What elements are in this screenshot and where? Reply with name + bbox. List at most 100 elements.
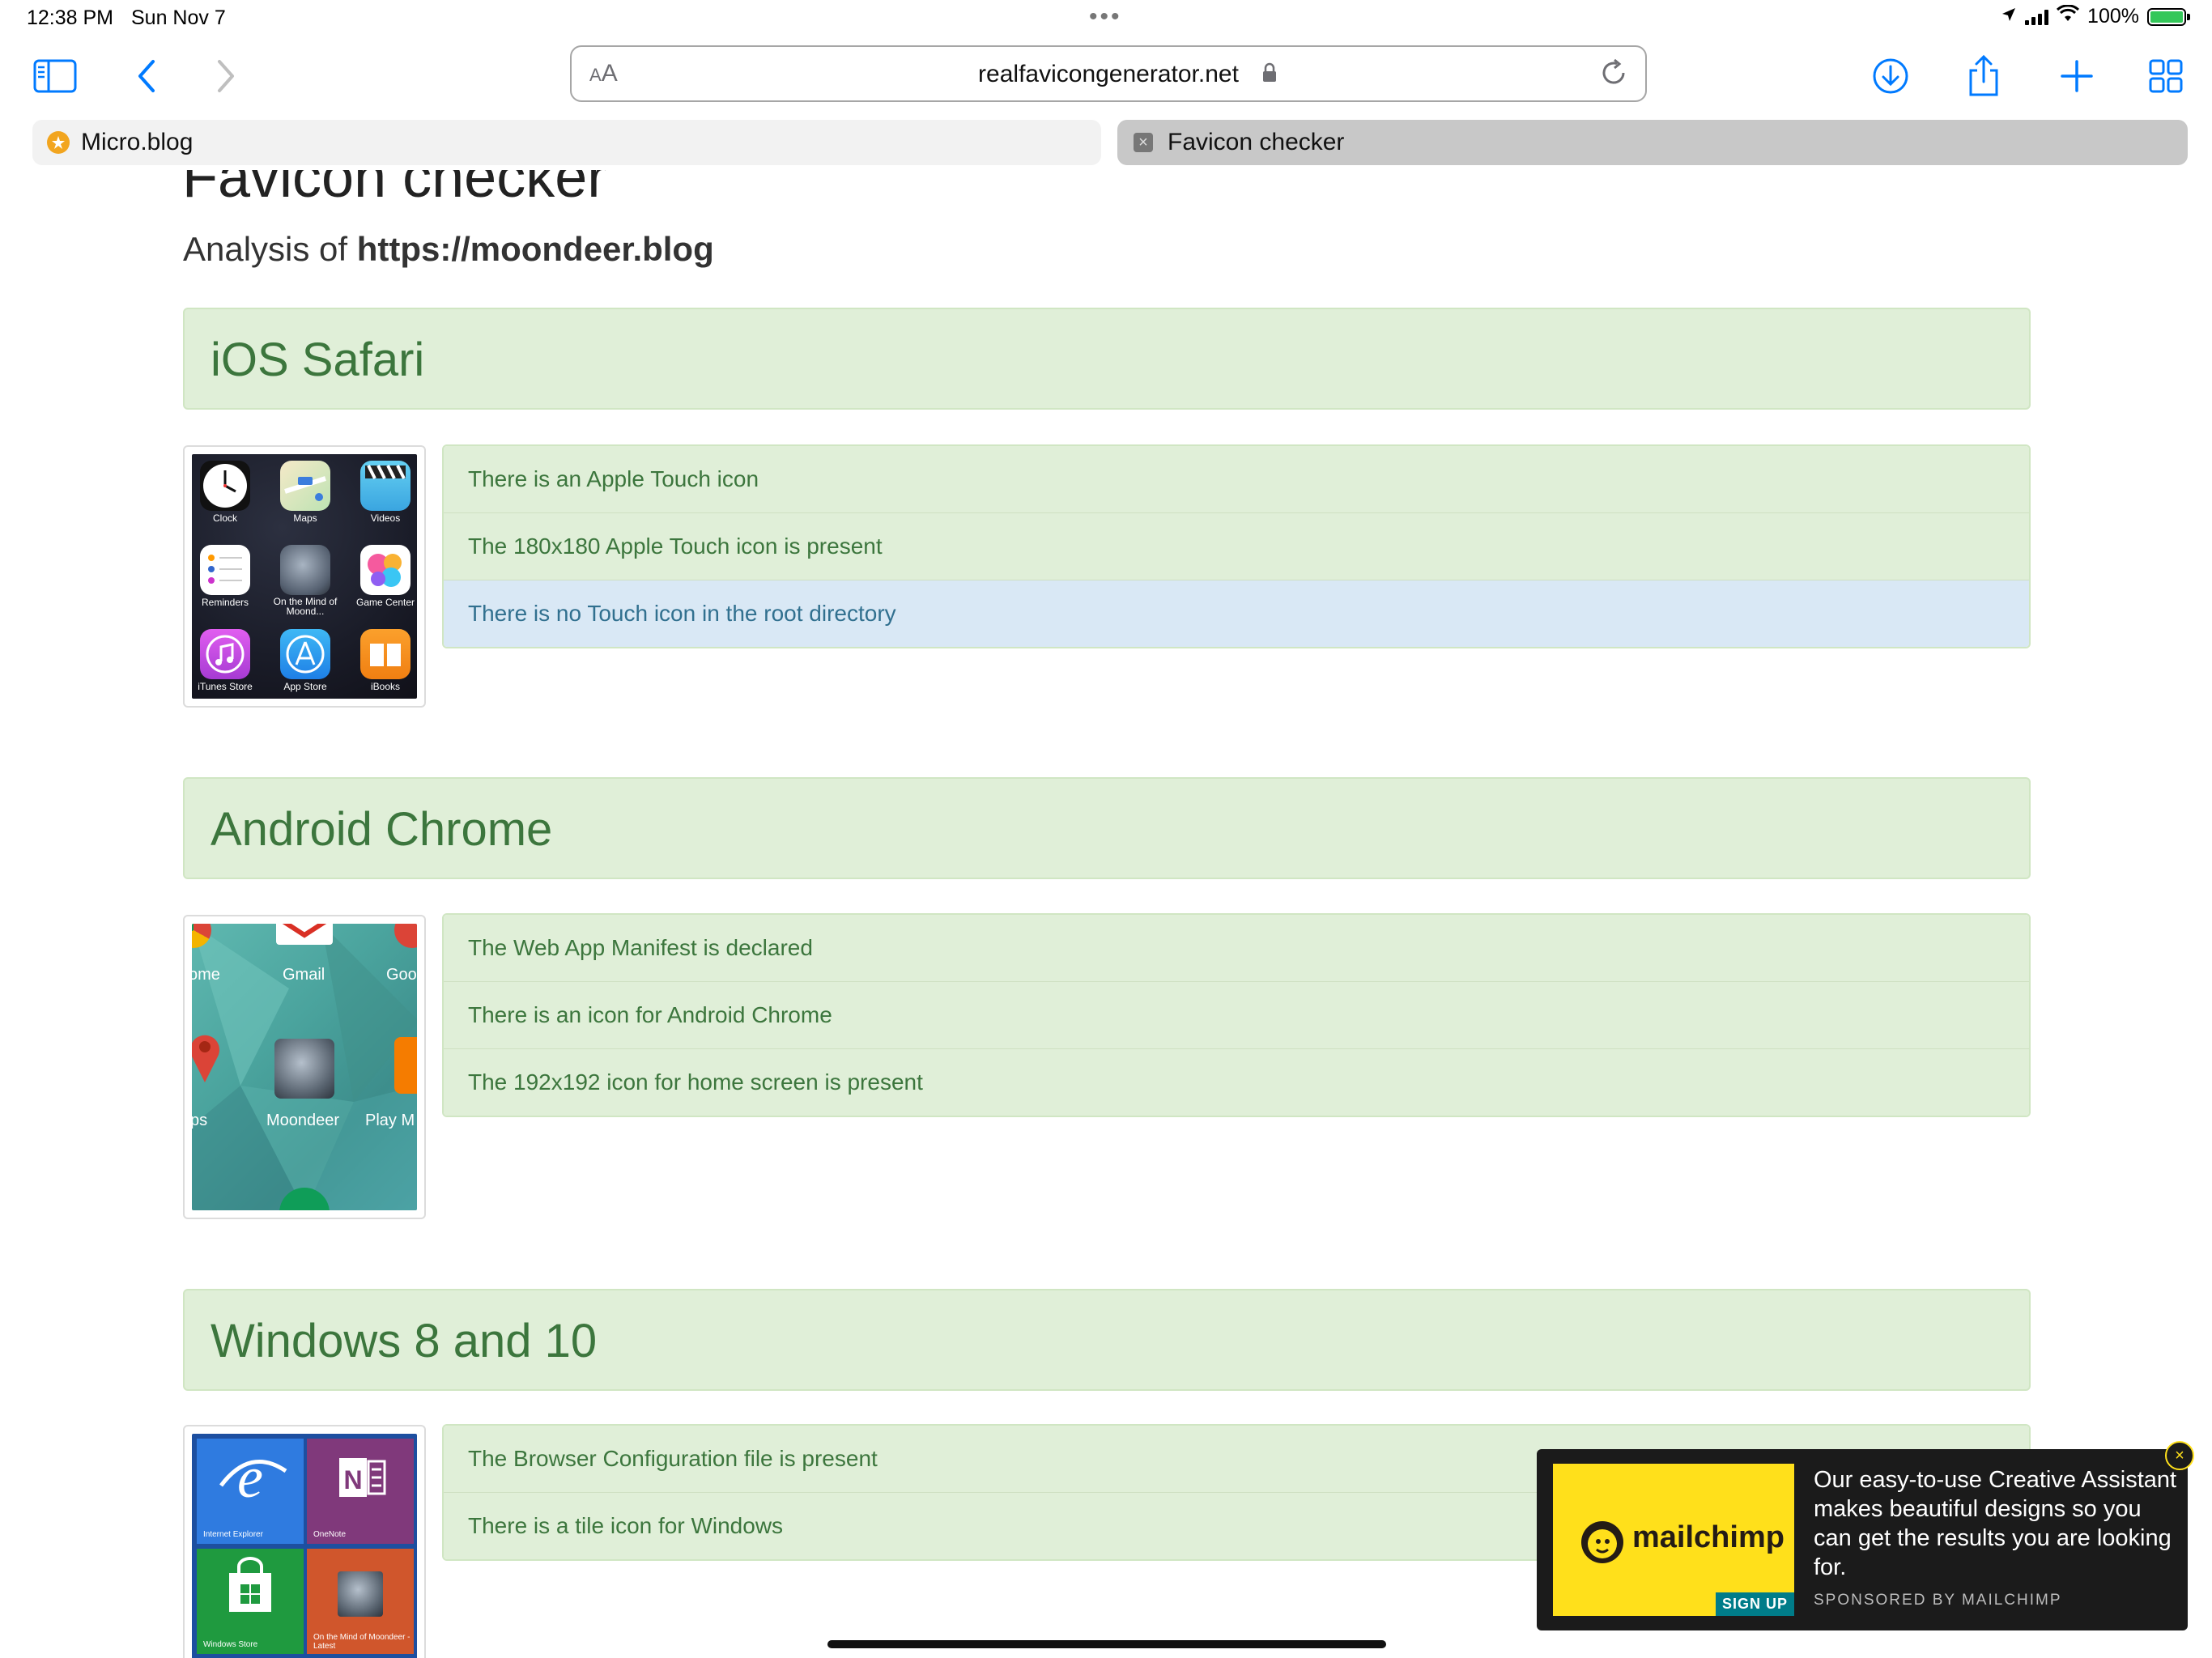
internet-explorer-icon: e xyxy=(219,1445,287,1510)
tab-label: Favicon checker xyxy=(1168,129,1345,155)
internet-explorer-tile: e Internet Explorer xyxy=(197,1439,304,1544)
maps-icon xyxy=(280,461,330,511)
moondeer-app-icon xyxy=(280,545,330,595)
page-content: Favicon checker Analysis of https://moon… xyxy=(0,170,2212,1658)
result-message: The 192x192 icon for home screen is pres… xyxy=(444,1049,2029,1116)
reminders-icon xyxy=(200,545,250,595)
mailchimp-ad[interactable]: mailchimp SIGN UP Our easy-to-use Creati… xyxy=(1537,1441,2194,1630)
location-icon xyxy=(2001,5,2017,28)
play-music-icon xyxy=(394,1037,417,1094)
android-label-moondeer: Moondeer xyxy=(266,1112,340,1129)
moondeer-app-icon xyxy=(338,1571,383,1617)
android-home-screen: ome Gmail Goo ps Moondeer Play M xyxy=(192,924,417,1210)
wifi-icon xyxy=(2057,4,2080,28)
ios-label-game-center: Game Center xyxy=(355,597,415,608)
micro-blog-favicon-icon xyxy=(47,131,70,154)
result-message: The 180x180 Apple Touch icon is present xyxy=(444,513,2029,580)
game-center-icon xyxy=(360,545,410,595)
ios-label-moondeer: On the Mind of Moond... xyxy=(273,596,338,617)
battery-percent: 100% xyxy=(2087,5,2139,28)
android-label-gmail: Gmail xyxy=(283,966,325,984)
analysis-prefix: Analysis of xyxy=(183,230,348,268)
mailchimp-wordmark: mailchimp xyxy=(1632,1520,1784,1554)
ios-label-maps: Maps xyxy=(293,512,317,524)
ios-label-app-store: App Store xyxy=(283,681,327,692)
download-icon[interactable] xyxy=(1866,53,1915,99)
sign-up-button[interactable]: SIGN UP xyxy=(1715,1592,1794,1616)
cellular-signal-icon xyxy=(2025,9,2049,25)
windows-start-screen: e Internet Explorer N OneNote Windows St… xyxy=(192,1434,417,1658)
close-tab-icon[interactable]: × xyxy=(1134,133,1153,152)
section-heading-android-chrome: Android Chrome xyxy=(183,777,2031,879)
windows-store-icon xyxy=(229,1557,271,1612)
ios-label-itunes-store: iTunes Store xyxy=(198,681,253,692)
back-icon[interactable] xyxy=(121,53,170,99)
reload-icon[interactable] xyxy=(1598,57,1629,92)
result-message: There is an Apple Touch icon xyxy=(444,446,2029,513)
ios-label-reminders: Reminders xyxy=(201,597,249,608)
moondeer-app-icon xyxy=(274,1039,334,1099)
tab-overview-icon[interactable] xyxy=(2142,53,2190,99)
clock-icon xyxy=(200,461,250,511)
android-chrome-results: The Web App Manifest is declared There i… xyxy=(442,913,2031,1117)
ios-safari-results: There is an Apple Touch icon The 180x180… xyxy=(442,444,2031,648)
app-store-icon xyxy=(280,629,330,679)
sidebar-icon[interactable] xyxy=(31,53,79,99)
share-icon[interactable] xyxy=(1959,53,2008,99)
windows-label-onenote: OneNote xyxy=(313,1530,347,1539)
svg-text:e: e xyxy=(237,1445,263,1510)
ios-label-videos: Videos xyxy=(370,512,401,524)
analysis-line: Analysis of https://moondeer.blog xyxy=(183,230,714,269)
ibooks-icon xyxy=(360,629,410,679)
page-title: Favicon checker xyxy=(182,170,607,210)
ad-sponsor: SPONSORED BY MAILCHIMP xyxy=(1814,1592,2062,1609)
tab-bar: Micro.blog × Favicon checker xyxy=(32,120,2188,165)
windows-label-store: Windows Store xyxy=(203,1640,258,1649)
status-bar: 12:38 PM Sun Nov 7 ••• 100% xyxy=(0,0,2212,39)
onenote-icon: N xyxy=(339,1458,386,1497)
maps-pin-icon xyxy=(192,1029,223,1090)
tab-micro-blog[interactable]: Micro.blog xyxy=(32,120,1101,165)
lock-icon xyxy=(1261,62,1278,87)
forward-icon[interactable] xyxy=(202,53,251,99)
ios-label-ibooks: iBooks xyxy=(370,681,401,692)
windows-label-ie: Internet Explorer xyxy=(203,1530,263,1539)
close-ad-icon[interactable]: × xyxy=(2165,1441,2194,1470)
windows-preview-thumbnail: e Internet Explorer N OneNote Windows St… xyxy=(183,1425,426,1658)
android-preview-thumbnail: ome Gmail Goo ps Moondeer Play M xyxy=(183,915,426,1219)
status-indicators: 100% xyxy=(2001,4,2190,28)
address-bar[interactable]: AA realfavicongenerator.net xyxy=(570,45,1647,102)
section-heading-windows: Windows 8 and 10 xyxy=(183,1289,2031,1391)
ad-text[interactable]: Our easy-to-use Creative Assistant makes… xyxy=(1814,1465,2178,1582)
browser-toolbar: AA realfavicongenerator.net xyxy=(0,39,2212,112)
gmail-icon xyxy=(276,924,333,945)
freddie-logo-icon xyxy=(1577,1517,1627,1571)
ios-preview-thumbnail: Clock Maps Videos Reminders On the Mind … xyxy=(183,445,426,708)
tab-label: Micro.blog xyxy=(81,129,194,155)
status-date: Sun Nov 7 xyxy=(131,6,226,29)
analysis-url[interactable]: https://moondeer.blog xyxy=(357,230,714,268)
section-heading-ios-safari: iOS Safari xyxy=(183,308,2031,410)
tab-favicon-checker[interactable]: × Favicon checker xyxy=(1117,120,2188,165)
mailchimp-logo-box[interactable]: mailchimp SIGN UP xyxy=(1553,1464,1794,1616)
moondeer-tile: On the Mind of Moondeer - Latest xyxy=(307,1549,414,1654)
status-time: 12:38 PM xyxy=(27,6,114,29)
onenote-tile: N OneNote xyxy=(307,1439,414,1544)
result-message: The Web App Manifest is declared xyxy=(444,915,2029,982)
home-indicator[interactable] xyxy=(827,1640,1386,1648)
windows-label-moondeer: On the Mind of Moondeer - Latest xyxy=(313,1633,410,1651)
android-label-chrome: ome xyxy=(192,966,220,984)
ios-home-screen: Clock Maps Videos Reminders On the Mind … xyxy=(192,454,417,699)
ios-label-clock: Clock xyxy=(212,512,237,524)
itunes-store-icon xyxy=(200,629,250,679)
address-url[interactable]: realfavicongenerator.net xyxy=(572,61,1645,88)
videos-icon xyxy=(360,461,410,511)
multitasking-dots[interactable]: ••• xyxy=(1089,3,1122,31)
android-label-google: Goo xyxy=(386,966,417,984)
android-label-play-music: Play M xyxy=(365,1112,415,1129)
result-message: There is no Touch icon in the root direc… xyxy=(444,580,2029,647)
windows-store-tile: Windows Store xyxy=(197,1549,304,1654)
svg-text:N: N xyxy=(343,1465,362,1494)
new-tab-icon[interactable] xyxy=(2052,53,2101,99)
android-label-maps: ps xyxy=(192,1112,208,1129)
